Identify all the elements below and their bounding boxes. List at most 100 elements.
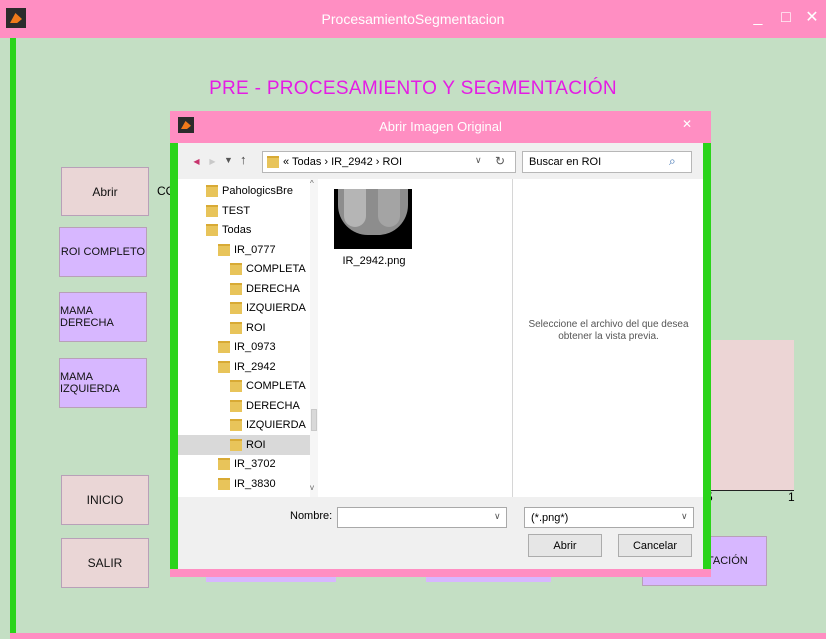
refresh-icon[interactable]: ↻ xyxy=(495,154,505,168)
tree-item[interactable]: IR_3830 xyxy=(178,474,318,494)
scroll-down-icon[interactable]: v xyxy=(310,483,314,492)
dialog-close-icon[interactable]: ✕ xyxy=(682,117,692,131)
inicio-button[interactable]: INICIO xyxy=(61,475,149,525)
tree-item-label: IR_2942 xyxy=(234,360,276,373)
tree-item-label: TEST xyxy=(222,204,251,217)
dialog-body: ◀ ▶ ▼ ↑ « Todas › IR_2942 › ROI ∨ ↻ Busc… xyxy=(178,143,703,569)
breadcrumb: « Todas › IR_2942 › ROI xyxy=(283,156,403,168)
recent-dropdown-icon[interactable]: ▼ xyxy=(224,155,233,165)
chevron-down-icon[interactable]: ∨ xyxy=(494,511,501,522)
page-heading: PRE - PROCESAMIENTO Y SEGMENTACIÓN xyxy=(209,78,617,99)
open-image-dialog: Abrir Imagen Original ✕ ◀ ▶ ▼ ↑ « Todas … xyxy=(170,111,711,577)
tree-item[interactable]: IR_0777 xyxy=(178,240,318,260)
tree-item[interactable]: Todas xyxy=(178,220,318,240)
minimize-icon[interactable]: _ xyxy=(748,8,768,28)
scrollbar-thumb[interactable] xyxy=(311,409,317,431)
axes-panel xyxy=(708,340,794,490)
folder-icon xyxy=(230,302,242,314)
file-item[interactable]: IR_2942.png xyxy=(326,183,412,267)
tree-item-label: ROI xyxy=(246,321,266,334)
tree-item[interactable]: IR_0973 xyxy=(178,337,318,357)
tree-item-label: DERECHA xyxy=(246,399,300,412)
tree-item[interactable]: IZQUIERDA xyxy=(178,298,318,318)
folder-icon xyxy=(218,458,230,470)
folder-tree[interactable]: PahologicsBre TEST Todas IR_0777 COMPLETA DER… xyxy=(178,179,318,497)
roi-completo-button[interactable]: ROI COMPLETO xyxy=(59,227,147,277)
folder-icon xyxy=(206,185,218,197)
nombre-label: Nombre: xyxy=(290,510,333,522)
scroll-up-icon[interactable]: ^ xyxy=(310,179,314,188)
tree-item[interactable]: IR_2942 xyxy=(178,357,318,377)
folder-icon xyxy=(206,204,218,217)
folder-icon xyxy=(230,282,242,295)
tree-item[interactable]: ROI xyxy=(178,318,318,338)
chevron-down-icon[interactable]: ∨ xyxy=(475,155,482,166)
cancel-button[interactable]: Cancelar xyxy=(618,534,692,557)
preview-pane: Seleccione el archivo del que desea obte… xyxy=(512,179,703,497)
filename-input[interactable]: ∨ xyxy=(337,507,507,528)
chevron-down-icon[interactable]: ∨ xyxy=(681,511,688,522)
close-icon[interactable]: ✕ xyxy=(802,8,822,28)
window-title: ProcesamientoSegmentacion xyxy=(321,11,505,27)
folder-icon xyxy=(206,224,218,236)
tree-item-label: IR_0973 xyxy=(234,341,276,353)
folder-icon xyxy=(230,419,242,431)
search-placeholder: Buscar en ROI xyxy=(529,156,602,168)
tree-item[interactable]: TEST xyxy=(178,201,318,221)
tree-item[interactable]: IZQUIERDA xyxy=(178,415,318,435)
forward-arrow-icon[interactable]: ▶ xyxy=(206,155,219,168)
tree-item-label: DERECHA xyxy=(246,282,300,295)
tree-item[interactable]: DERECHA xyxy=(178,396,318,416)
dialog-title-bar[interactable]: Abrir Imagen Original ✕ xyxy=(170,111,711,143)
tree-item-label: IZQUIERDA xyxy=(246,302,306,314)
tree-item-label: IR_0777 xyxy=(234,243,276,256)
window-border-left xyxy=(10,38,16,639)
tree-item[interactable]: COMPLETA xyxy=(178,259,318,279)
tree-item[interactable]: ROI xyxy=(178,434,318,455)
tree-item[interactable]: DERECHA xyxy=(178,279,318,299)
tree-item-label: ROI xyxy=(246,438,266,451)
window-border-bottom xyxy=(10,633,826,639)
search-icon: ⌕ xyxy=(669,154,676,168)
folder-icon xyxy=(230,263,242,275)
dialog-border-bottom xyxy=(170,569,711,577)
address-bar[interactable]: « Todas › IR_2942 › ROI ∨ ↻ xyxy=(262,151,516,173)
folder-icon xyxy=(218,341,230,353)
open-button[interactable]: Abrir xyxy=(528,534,602,557)
tree-item[interactable]: COMPLETA xyxy=(178,376,318,396)
preview-message: Seleccione el archivo del que desea obte… xyxy=(528,319,689,342)
maximize-icon[interactable]: □ xyxy=(776,8,796,28)
tree-item-label: PahologicsBre xyxy=(222,185,293,197)
tree-item-label: IZQUIERDA xyxy=(246,419,306,431)
up-arrow-icon[interactable]: ↑ xyxy=(240,152,247,167)
back-arrow-icon[interactable]: ◀ xyxy=(190,155,203,168)
file-list-pane: IR_2942.png xyxy=(318,179,513,497)
folder-icon xyxy=(218,360,230,373)
tree-item-label: IR_3702 xyxy=(234,458,276,470)
tree-item-label: Todas xyxy=(222,224,252,236)
folder-icon xyxy=(230,399,242,412)
tree-item[interactable]: PahologicsBre xyxy=(178,181,318,201)
mama-derecha-button[interactable]: MAMA DERECHA xyxy=(59,292,147,342)
tree-item[interactable]: IR_3702 xyxy=(178,454,318,474)
tree-item-label: IR_3830 xyxy=(234,477,276,490)
partial-label: CO xyxy=(157,184,171,198)
folder-icon xyxy=(218,243,230,256)
salir-button[interactable]: SALIR xyxy=(61,538,149,588)
folder-icon xyxy=(230,438,242,451)
file-type-select[interactable]: (*.png*) ∨ xyxy=(524,507,694,528)
x-axis-line xyxy=(708,490,794,491)
search-input[interactable]: Buscar en ROI ⌕ xyxy=(522,151,692,173)
axis-tick-label: 1 xyxy=(788,490,795,504)
folder-icon xyxy=(267,156,279,168)
tree-item-label: COMPLETA xyxy=(246,380,306,392)
image-thumbnail xyxy=(334,189,412,249)
mama-izquierda-button[interactable]: MAMA IZQUIERDA xyxy=(59,358,147,408)
tree-scrollbar[interactable]: ^ v xyxy=(310,179,318,497)
file-type-value: (*.png*) xyxy=(531,511,569,524)
folder-icon xyxy=(230,380,242,392)
folder-icon xyxy=(218,477,230,490)
abrir-button[interactable]: Abrir xyxy=(61,167,149,216)
folder-icon xyxy=(230,321,242,334)
dialog-title: Abrir Imagen Original xyxy=(379,119,502,134)
